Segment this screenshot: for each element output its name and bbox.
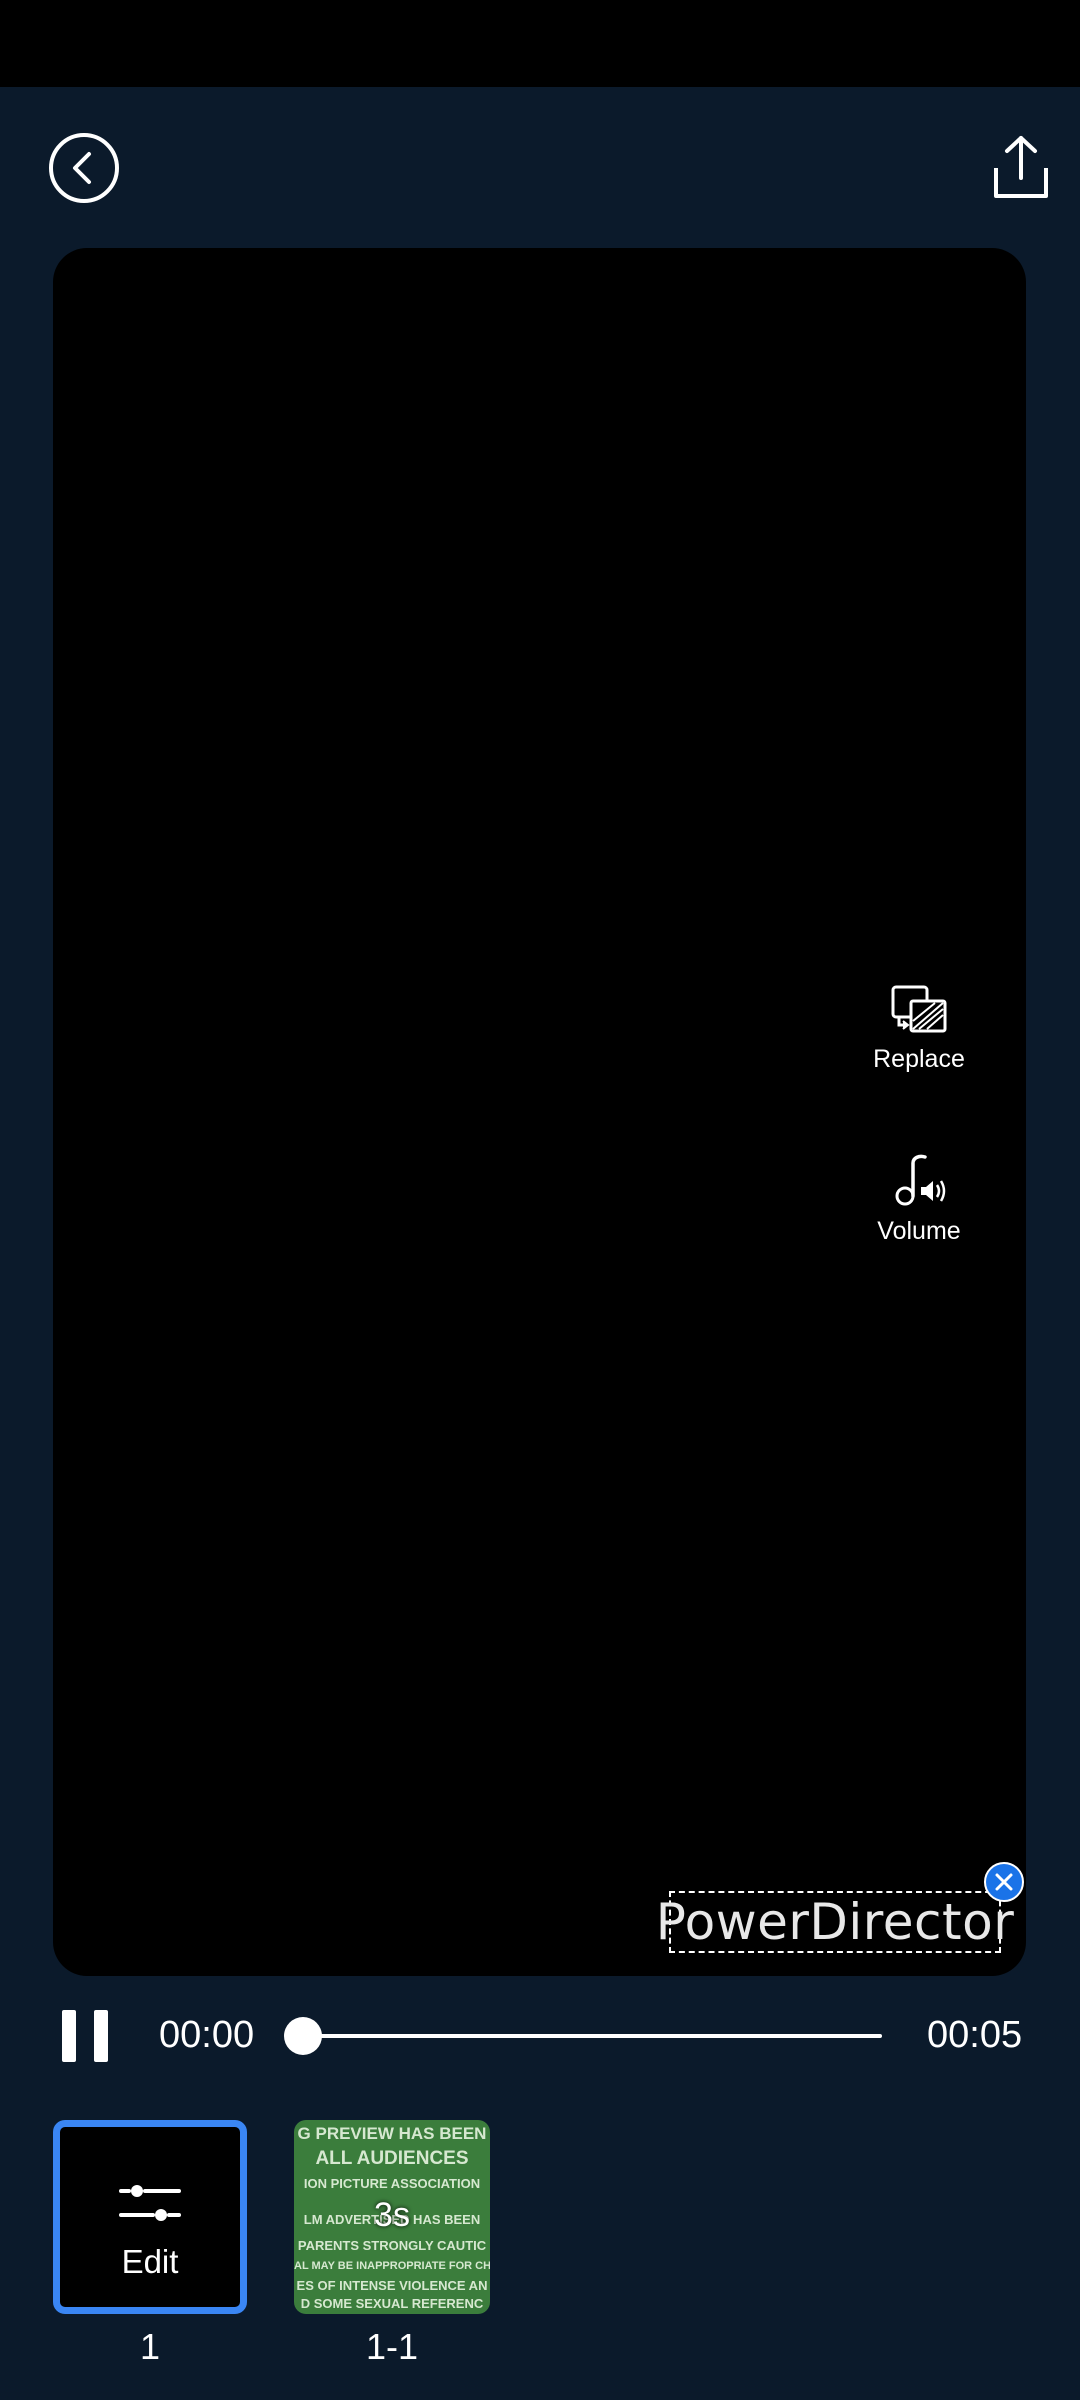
volume-label: Volume xyxy=(877,1217,961,1245)
watermark-close-button[interactable] xyxy=(984,1862,1024,1902)
thumbnail-text: AL MAY BE INAPPROPRIATE FOR CHILD xyxy=(294,2260,490,2272)
clip-number: 1 xyxy=(139,2326,161,2367)
thumbnail-text: D SOME SEXUAL REFERENC xyxy=(300,2296,484,2311)
music-volume-icon xyxy=(895,1154,946,1206)
replace-label: Replace xyxy=(873,1045,965,1073)
status-bar xyxy=(0,0,1080,87)
thumbnail-text: ION PICTURE ASSOCIATION xyxy=(303,2176,481,2191)
share-button[interactable] xyxy=(990,134,1052,202)
clip-duration: 3s xyxy=(374,2196,410,2234)
watermark[interactable]: PowerDirector xyxy=(656,1891,1014,1953)
close-icon xyxy=(995,1873,1013,1891)
thumbnail-text: G PREVIEW HAS BEEN xyxy=(297,2124,487,2143)
edit-label: Edit xyxy=(121,2243,179,2280)
video-clip-thumbnail[interactable]: G PREVIEW HAS BEEN ALL AUDIENCES ION PIC… xyxy=(294,2120,490,2314)
share-upload-icon xyxy=(994,136,1048,198)
clip-number: 1-1 xyxy=(365,2326,419,2367)
thumbnail-text: ES OF INTENSE VIOLENCE AN xyxy=(296,2278,488,2293)
video-preview[interactable]: Replace Volume PowerDirector xyxy=(53,248,1026,1976)
chevron-left-circle-icon xyxy=(49,133,119,203)
volume-button[interactable]: Volume xyxy=(849,1153,989,1246)
seek-slider[interactable] xyxy=(300,2034,882,2038)
thumbnail-text: PARENTS STRONGLY CAUTIC xyxy=(297,2238,487,2253)
edit-clip-button[interactable]: Edit xyxy=(53,2120,247,2314)
current-time: 00:00 xyxy=(159,2014,255,2056)
replace-button[interactable]: Replace xyxy=(849,983,989,1074)
pause-icon xyxy=(62,2010,76,2062)
pause-button[interactable] xyxy=(62,2010,108,2062)
replace-media-icon xyxy=(891,985,947,1033)
watermark-text: PowerDirector xyxy=(655,1893,1015,1951)
playback-bar: 00:00 00:05 xyxy=(0,2000,1080,2070)
back-button[interactable] xyxy=(48,132,120,204)
thumbnail-text: ALL AUDIENCES xyxy=(315,2148,469,2169)
sliders-icon xyxy=(119,2185,181,2221)
total-time: 00:05 xyxy=(927,2014,1023,2056)
seek-slider-thumb[interactable] xyxy=(284,2017,322,2055)
